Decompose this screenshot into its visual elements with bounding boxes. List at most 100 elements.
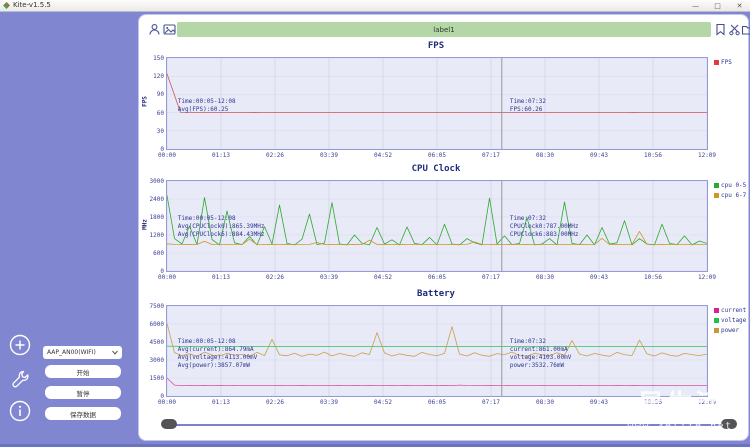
chevron-down-icon: [112, 350, 118, 355]
chart-annotation: Time:07:32 current:861.00mA voltage:4103…: [509, 338, 572, 369]
legend-item-FPS: FPS: [714, 59, 748, 66]
legend-swatch: [714, 308, 719, 313]
x-tick-label: 08:30: [535, 152, 555, 159]
chart-annotation: Time:07:32 CPUClock0:787.00MHz CPUClock6…: [509, 215, 579, 238]
x-tick-label: 01:13: [211, 274, 231, 281]
chart-annotation: Time:00:05-12:08 Avg(CPUClock0):865.39MH…: [177, 215, 265, 238]
x-tick-label: 12:09: [697, 274, 717, 281]
chart-annotation: Time:00:05-12:08 Avg(current):864.79mA A…: [177, 338, 258, 369]
os-titlebar: Kite-v1.5.5 — □ ✕: [0, 0, 750, 12]
x-tick-label: 12:09: [697, 152, 717, 159]
x-tick-label: 10:56: [643, 399, 663, 406]
legend-swatch: [714, 328, 719, 333]
legend-item-power: power: [714, 327, 748, 334]
legend-label: voltage: [721, 317, 747, 324]
x-tick-label: 02:26: [265, 152, 285, 159]
y-tick-label: 120: [153, 73, 164, 81]
legend-swatch: [714, 183, 719, 188]
start-button[interactable]: 开始: [45, 365, 121, 378]
main-panel: label1 FPS FPS 0 30 60 90 120 150 00:00 01:13 02…: [138, 14, 750, 441]
legend-label: FPS: [721, 59, 732, 66]
battery-legend: current voltage power: [714, 307, 748, 337]
x-tick-label: 06:05: [427, 152, 447, 159]
x-tick-label: 02:26: [265, 399, 285, 406]
pause-button[interactable]: 暂停: [45, 386, 121, 399]
x-tick-label: 12:09: [697, 399, 717, 406]
legend-swatch: [714, 193, 719, 198]
cpu-chart-title: CPU Clock: [411, 164, 461, 174]
legend-label: power: [721, 327, 740, 334]
x-tick-label: 06:05: [427, 274, 447, 281]
wrench-icon[interactable]: [9, 368, 31, 390]
y-tick-label: 30: [156, 127, 164, 135]
time-range-slider-handle-right[interactable]: [721, 419, 737, 429]
y-tick-label: 150: [153, 55, 164, 62]
y-tick-label: 60: [156, 109, 164, 117]
x-tick-label: 09:43: [589, 274, 609, 281]
x-tick-label: 08:30: [535, 274, 555, 281]
x-tick-label: 10:56: [643, 152, 663, 159]
x-tick-label: 08:30: [535, 399, 555, 406]
legend-item-cpu-0-5: cpu 0-5: [714, 182, 748, 189]
close-button[interactable]: ✕: [733, 2, 746, 10]
time-range-slider-track[interactable]: [169, 424, 729, 426]
x-tick-label: 01:13: [211, 152, 231, 159]
legend-swatch: [714, 60, 719, 65]
time-range-slider-handle-left[interactable]: [161, 419, 177, 429]
scissors-icon[interactable]: [728, 23, 741, 36]
y-tick-label: 1800: [149, 214, 164, 221]
x-tick-label: 04:52: [373, 399, 393, 406]
minimize-button[interactable]: —: [689, 2, 702, 10]
fps-plot-area[interactable]: 0 30 60 90 120 150 00:00 01:13 02:26 03:39 04:52 06…: [153, 55, 716, 159]
bookmark-save-icon[interactable]: [714, 23, 727, 36]
x-tick-label: 02:26: [265, 274, 285, 281]
y-tick-label: 600: [153, 250, 164, 257]
x-tick-label: 00:00: [157, 399, 177, 406]
fps-legend: FPS: [714, 59, 748, 69]
user-icon[interactable]: [148, 23, 161, 36]
add-icon[interactable]: [9, 334, 31, 356]
y-tick-label: 3000: [149, 357, 164, 364]
x-tick-label: 00:00: [157, 274, 177, 281]
fps-chart-title: FPS: [427, 41, 445, 51]
y-tick-label: 1500: [149, 375, 164, 382]
legend-label: cpu 6-7: [721, 192, 747, 199]
y-tick-label: 3000: [149, 178, 164, 185]
x-tick-label: 07:17: [481, 274, 501, 281]
maximize-button[interactable]: □: [711, 2, 724, 10]
chart-annotation: Time:00:05-12:08 Avg(FPS):60.25: [177, 98, 236, 113]
label-bar[interactable]: label1: [177, 22, 711, 37]
y-tick-label: 7500: [149, 303, 164, 310]
x-tick-label: 09:43: [589, 152, 609, 159]
x-tick-label: 03:39: [319, 399, 339, 406]
x-tick-label: 09:43: [589, 399, 609, 406]
window-title: Kite-v1.5.5: [13, 1, 51, 9]
legend-label: current: [721, 307, 747, 314]
y-tick-label: 6000: [149, 321, 164, 328]
legend-swatch: [714, 318, 719, 323]
battery-chart-title: Battery: [417, 289, 455, 299]
info-icon[interactable]: [9, 400, 31, 422]
x-tick-label: 10:56: [643, 274, 663, 281]
save-data-button[interactable]: 保存数据: [45, 407, 121, 420]
x-tick-label: 03:39: [319, 152, 339, 159]
cpu-plot-area[interactable]: 0 600 1200 1800 2400 3000 00:00 01:13 02:26 03:39…: [150, 178, 716, 281]
y-tick-label: 1200: [149, 232, 164, 239]
device-select-value: AAP_AN00(WIFI): [47, 349, 96, 356]
x-tick-label: 03:39: [319, 274, 339, 281]
battery-plot-area[interactable]: 0 1500 3000 4500 6000 7500 00:00 01:13 02:26 03:3…: [150, 303, 716, 406]
x-tick-label: 00:00: [157, 152, 177, 159]
app-icon: [3, 2, 10, 9]
x-tick-label: 04:52: [373, 274, 393, 281]
legend-item-current: current: [714, 307, 748, 314]
x-tick-label: 06:05: [427, 399, 447, 406]
chart-annotation: Time:07:32 FPS:60.26: [509, 98, 547, 113]
y-tick-label: 4500: [149, 339, 164, 346]
label-bar-text: label1: [433, 25, 455, 34]
folder-export-icon[interactable]: [741, 23, 750, 36]
device-select[interactable]: AAP_AN00(WIFI): [43, 346, 122, 359]
x-tick-label: 01:13: [211, 399, 231, 406]
x-tick-label: 07:17: [481, 399, 501, 406]
screenshot-icon[interactable]: [163, 23, 176, 36]
fps-ylabel: FPS: [141, 96, 149, 107]
